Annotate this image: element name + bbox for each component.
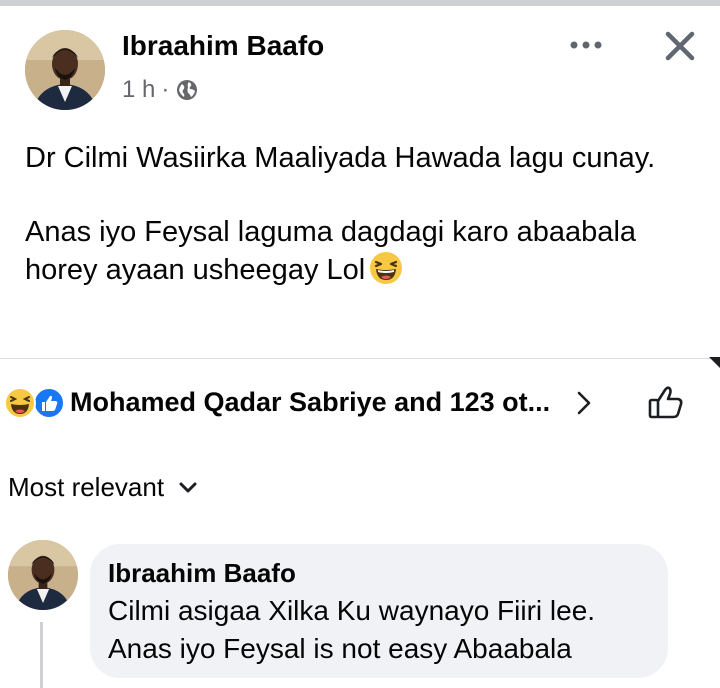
post-meta: 1 h · xyxy=(122,76,199,104)
post-author-name[interactable]: Ibraahim Baafo xyxy=(122,30,324,62)
filter-label: Most relevant xyxy=(8,472,165,502)
more-dots-icon xyxy=(570,41,602,49)
comment-text-line-2: Anas iyo Feysal is not easy Abaabala xyxy=(108,633,572,664)
like-button[interactable] xyxy=(643,380,689,426)
divider xyxy=(0,358,720,359)
post-paragraph-1: Dr Cilmi Wasiirka Maaliyada Hawada lagu … xyxy=(25,142,656,174)
post-paragraph-2: Anas iyo Feysal laguma dagdagi karo abaa… xyxy=(25,214,705,289)
corner-fold-mark xyxy=(709,357,720,368)
more-options-button[interactable] xyxy=(562,30,610,60)
post-text: Dr Cilmi Wasiirka Maaliyada Hawada lagu … xyxy=(25,140,705,289)
reactions-row[interactable]: Mohamed Qadar Sabriye and 123 ot... xyxy=(0,380,720,426)
top-edge-strip xyxy=(0,0,720,6)
comment-author[interactable]: Ibraahim Baafo xyxy=(108,558,296,589)
comment-text-line-1: Cilmi asigaa Xilka Ku waynayo Fiiri lee. xyxy=(108,595,596,626)
close-icon xyxy=(665,31,695,61)
post-paragraph-2-text: Anas iyo Feysal laguma dagdagi karo abaa… xyxy=(25,216,637,286)
commenter-avatar[interactable] xyxy=(8,540,78,610)
comment-thread-line xyxy=(40,622,43,688)
meta-separator: · xyxy=(161,76,170,103)
chevron-right-icon xyxy=(577,391,591,415)
author-avatar[interactable] xyxy=(25,30,105,110)
close-button[interactable] xyxy=(660,26,700,66)
thumbs-up-outline-icon xyxy=(648,386,683,419)
globe-icon xyxy=(175,78,199,102)
chevron-down-icon xyxy=(179,482,197,492)
comment-text: Cilmi asigaa Xilka Ku waynayo Fiiri lee.… xyxy=(108,592,658,668)
like-reaction-icon xyxy=(33,387,64,419)
haha-reaction-icon xyxy=(4,387,36,419)
post-time[interactable]: 1 h xyxy=(122,76,155,104)
laughing-emoji-icon xyxy=(369,251,403,285)
comment-filter-dropdown[interactable]: Most relevant xyxy=(8,472,198,503)
reaction-summary[interactable]: Mohamed Qadar Sabriye and 123 ot... xyxy=(70,387,550,418)
reaction-icons xyxy=(4,387,64,419)
